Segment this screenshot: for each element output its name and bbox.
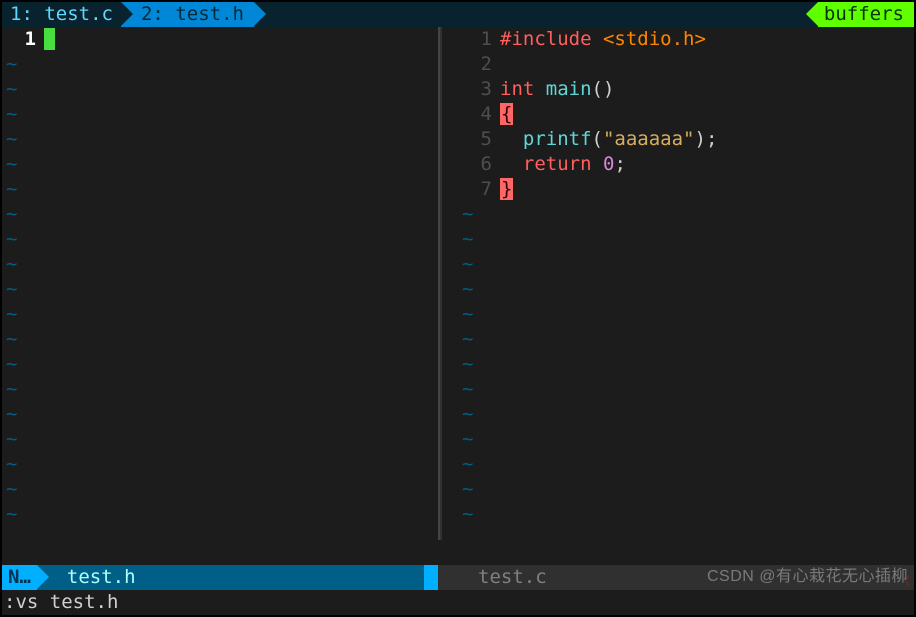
token-ident: main	[534, 78, 591, 100]
empty-line-tilde: ~	[458, 302, 473, 327]
token-punct: ;	[614, 153, 625, 175]
empty-line-tilde: ~	[2, 277, 17, 302]
command-line[interactable]: :vs test.h	[2, 590, 914, 615]
token-number: 0	[603, 153, 614, 175]
line-number: 5	[458, 127, 500, 152]
empty-line-tilde: ~	[458, 477, 473, 502]
token-header: <stdio.h>	[592, 28, 706, 50]
empty-line-tilde: ~	[2, 77, 17, 102]
statusline-filename: test.h	[49, 565, 136, 590]
editor-splits: 1 ~ ~ ~ ~ ~ ~ ~ ~ ~ ~ ~ ~ ~ ~ ~ ~ ~ ~ ~	[2, 27, 914, 540]
token-punct: ()	[592, 78, 615, 100]
vim-terminal: 1: test.c 2: test.h buffers 1 ~ ~ ~ ~ ~	[2, 2, 914, 615]
code-line[interactable]: 1 #include <stdio.h>	[458, 27, 914, 52]
empty-line-tilde: ~	[2, 477, 17, 502]
separator-icon	[412, 565, 424, 589]
buffer-tab-label: test.h	[175, 2, 244, 27]
code-line[interactable]: 2	[458, 52, 914, 77]
buffer-tab-label: test.c	[44, 2, 113, 27]
empty-line-tilde: ~	[458, 202, 473, 227]
editor-pane-left[interactable]: 1 ~ ~ ~ ~ ~ ~ ~ ~ ~ ~ ~ ~ ~ ~ ~ ~ ~ ~ ~	[2, 27, 438, 540]
empty-line-tilde: ~	[458, 327, 473, 352]
tab-separator-icon	[121, 2, 133, 26]
empty-line-tilde: ~	[2, 327, 17, 352]
empty-line-tilde: ~	[2, 252, 17, 277]
current-line-highlight	[500, 177, 914, 202]
buffers-indicator[interactable]: buffers	[806, 2, 914, 27]
token-keyword: return	[523, 153, 592, 175]
empty-line-tilde: ~	[2, 202, 17, 227]
tab-separator-icon	[806, 2, 818, 26]
empty-line-tilde: ~	[2, 127, 17, 152]
token-brace: }	[500, 178, 513, 200]
empty-line-tilde: ~	[458, 452, 473, 477]
empty-line-tilde: ~	[2, 177, 17, 202]
editor-pane-right[interactable]: 1 #include <stdio.h> 2 3 int main() 4 { …	[458, 27, 914, 540]
empty-line-tilde: ~	[458, 277, 473, 302]
code-line[interactable]: 1	[2, 27, 438, 52]
code-line[interactable]: 4 {	[458, 102, 914, 127]
empty-line-tilde: ~	[2, 502, 17, 527]
empty-line-tilde: ~	[458, 352, 473, 377]
mode-indicator: N…	[2, 565, 37, 590]
empty-line-tilde: ~	[2, 227, 17, 252]
empty-line-tilde: ~	[458, 402, 473, 427]
code-line[interactable]: 7 }	[458, 177, 914, 202]
token-string: "aaaaaa"	[603, 128, 695, 150]
line-number: 2	[458, 52, 500, 77]
command-text: :vs test.h	[4, 590, 118, 615]
token-punct: (	[592, 128, 603, 150]
empty-line-tilde: ~	[458, 227, 473, 252]
empty-line-tilde: ~	[2, 352, 17, 377]
watermark-text: CSDN @有心栽花无心插柳	[707, 564, 908, 589]
empty-line-tilde: ~	[458, 252, 473, 277]
line-number: 3	[458, 77, 500, 102]
line-number: 1	[2, 27, 44, 52]
statusline-active: N… test.h	[2, 565, 438, 590]
code-line[interactable]: 3 int main()	[458, 77, 914, 102]
token-punct: );	[695, 128, 718, 150]
buffer-tabbar: 1: test.c 2: test.h buffers	[2, 2, 914, 27]
statusline-split	[438, 565, 458, 590]
line-number: 4	[458, 102, 500, 127]
empty-line-tilde: ~	[2, 402, 17, 427]
empty-line-tilde: ~	[2, 377, 17, 402]
separator-icon	[37, 565, 49, 589]
code-line[interactable]: 5 printf("aaaaaa");	[458, 127, 914, 152]
empty-line-tilde: ~	[2, 452, 17, 477]
split-gutter	[440, 27, 458, 540]
cursor-icon	[44, 28, 55, 50]
line-number: 6	[458, 152, 500, 177]
empty-line-tilde: ~	[2, 52, 17, 77]
line-number: 1	[458, 27, 500, 52]
empty-line-tilde: ~	[458, 377, 473, 402]
buffer-tab-2[interactable]: 2: test.h	[121, 2, 254, 27]
tab-separator-icon	[254, 2, 266, 26]
empty-line-tilde: ~	[2, 152, 17, 177]
empty-line-tilde: ~	[458, 427, 473, 452]
empty-line-tilde: ~	[2, 102, 17, 127]
line-number: 7	[458, 177, 500, 202]
token-brace: {	[500, 103, 513, 125]
token-preproc: #include	[500, 28, 592, 50]
statusline-tail	[424, 565, 438, 590]
token-ident: printf	[523, 128, 592, 150]
token-keyword: int	[500, 78, 534, 100]
buffer-tab-number: 1:	[10, 2, 33, 27]
buffers-label: buffers	[818, 2, 914, 27]
buffer-tab-1[interactable]: 1: test.c	[2, 2, 121, 27]
statusline-filename: test.c	[458, 565, 547, 590]
empty-line-tilde: ~	[2, 302, 17, 327]
empty-line-tilde: ~	[2, 427, 17, 452]
code-line[interactable]: 6 return 0;	[458, 152, 914, 177]
buffer-tab-number: 2:	[141, 2, 164, 27]
empty-line-tilde: ~	[458, 502, 473, 527]
